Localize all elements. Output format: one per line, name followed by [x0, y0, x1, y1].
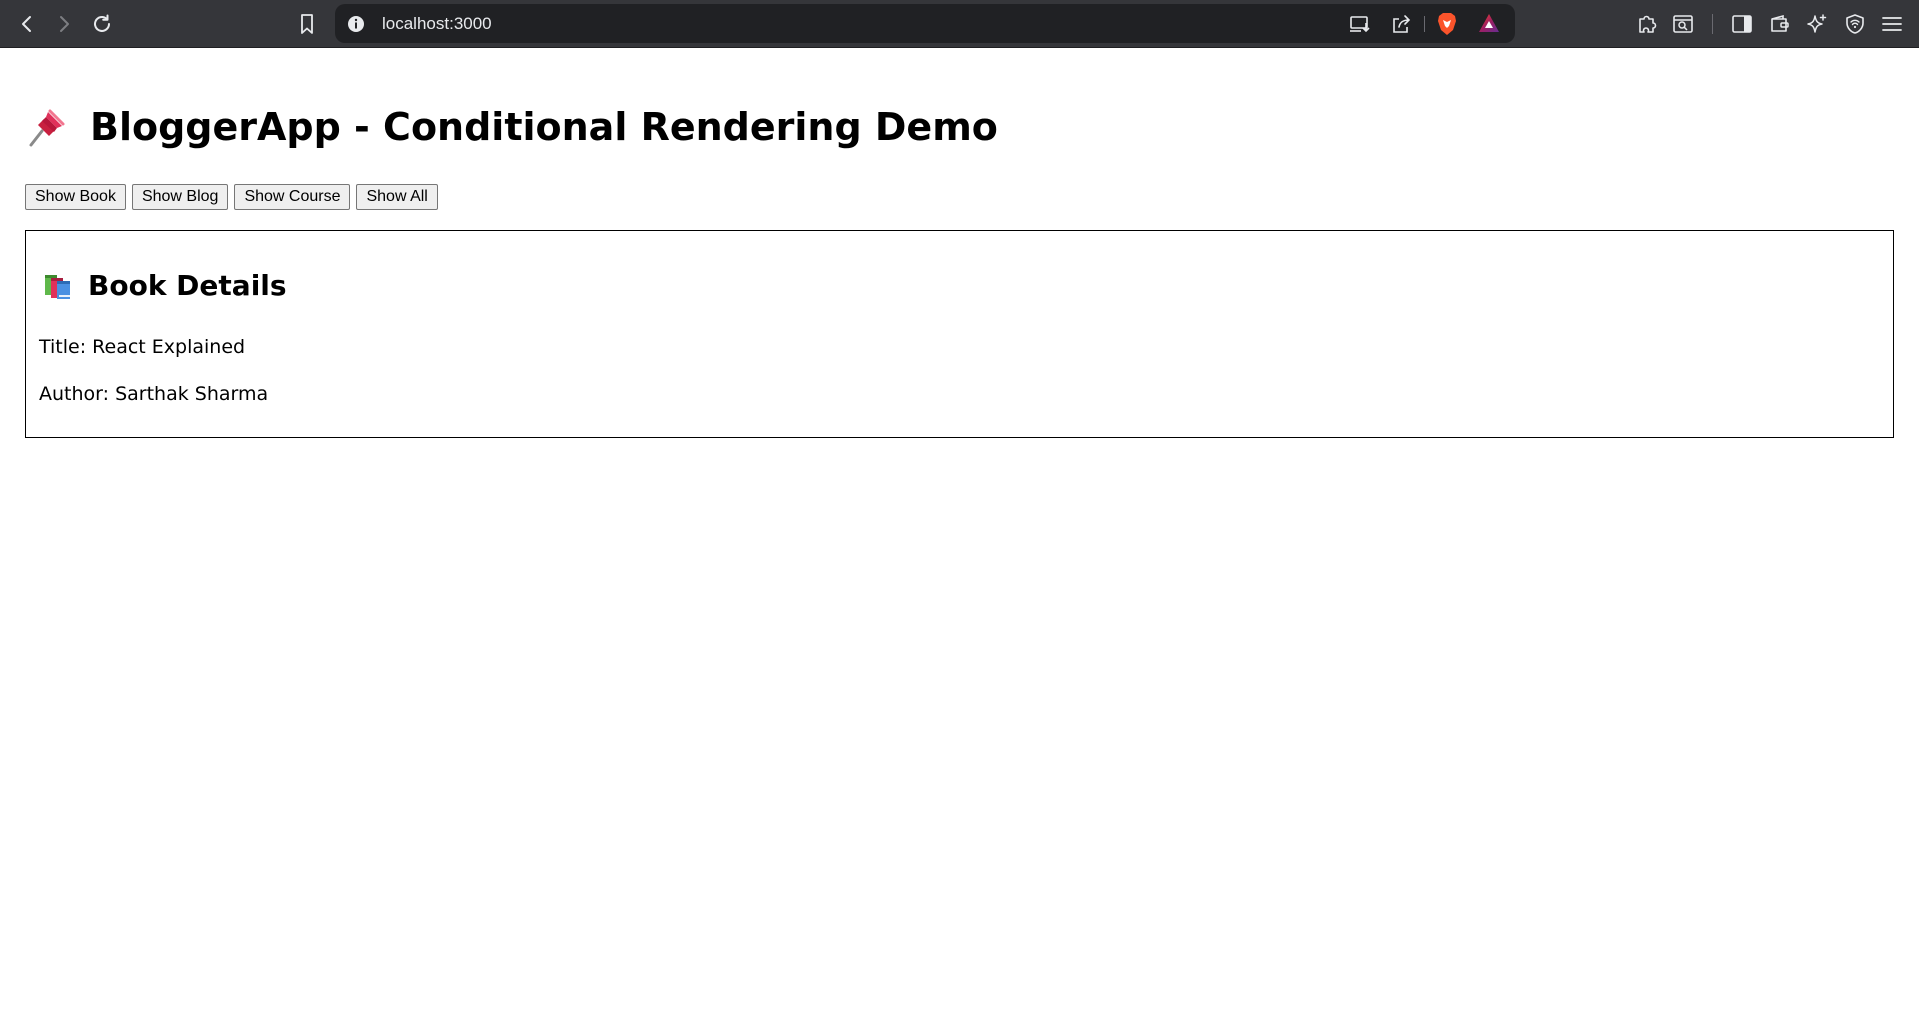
back-button[interactable]	[11, 8, 43, 40]
show-course-button[interactable]: Show Course	[234, 184, 351, 210]
install-app-icon[interactable]	[1349, 14, 1371, 34]
browser-toolbar: localhost:3000	[0, 0, 1919, 48]
extensions-button[interactable]	[1631, 8, 1663, 40]
page-title: BloggerApp - Conditional Rendering Demo	[24, 104, 998, 150]
book-details-card: Book Details Title: React Explained Auth…	[25, 230, 1894, 438]
bookmark-icon	[301, 14, 313, 34]
chevron-right-icon	[60, 16, 69, 32]
sidebar-button[interactable]	[1726, 8, 1758, 40]
wallet-icon	[1771, 14, 1789, 32]
hamburger-menu-icon	[1882, 17, 1902, 31]
page-search-icon	[1673, 15, 1693, 33]
book-title-line: Title: React Explained	[39, 336, 246, 358]
reload-button[interactable]	[86, 8, 118, 40]
book-details-heading: Book Details	[42, 269, 287, 303]
puzzle-icon	[1639, 15, 1657, 33]
wallet-button[interactable]	[1764, 8, 1796, 40]
show-blog-button[interactable]: Show Blog	[131, 184, 229, 210]
address-bar-divider	[1424, 16, 1425, 32]
pushpin-icon	[29, 109, 65, 147]
bookmark-button[interactable]	[291, 8, 323, 40]
toolbar-divider	[1712, 14, 1713, 34]
address-bar[interactable]: localhost:3000	[335, 4, 1515, 43]
leo-ai-button[interactable]	[1801, 8, 1833, 40]
brave-rewards-icon[interactable]	[1478, 13, 1500, 33]
view-toggle-buttons: Show Book Show Blog Show Course Show All	[25, 184, 438, 210]
page-title-text: BloggerApp - Conditional Rendering Demo	[90, 105, 998, 149]
info-icon[interactable]	[347, 15, 365, 33]
forward-button[interactable]	[48, 8, 80, 40]
vpn-button[interactable]	[1839, 8, 1871, 40]
brave-shields-icon[interactable]	[1436, 12, 1458, 36]
book-author-line: Author: Sarthak Sharma	[39, 383, 269, 405]
reload-icon	[94, 14, 110, 32]
page-content: BloggerApp - Conditional Rendering Demo …	[0, 48, 1919, 1027]
show-all-button[interactable]: Show All	[356, 184, 438, 210]
share-icon[interactable]	[1390, 13, 1412, 35]
book-details-heading-text: Book Details	[88, 269, 287, 302]
page-search-button[interactable]	[1667, 8, 1699, 40]
shield-icon	[1846, 14, 1864, 34]
chevron-left-icon	[22, 16, 31, 32]
url-text[interactable]: localhost:3000	[382, 14, 492, 34]
main-menu-button[interactable]	[1876, 8, 1908, 40]
sparkle-icon	[1807, 14, 1827, 33]
show-book-button[interactable]: Show Book	[25, 184, 126, 210]
sidebar-icon	[1732, 15, 1752, 33]
books-icon	[45, 275, 70, 299]
